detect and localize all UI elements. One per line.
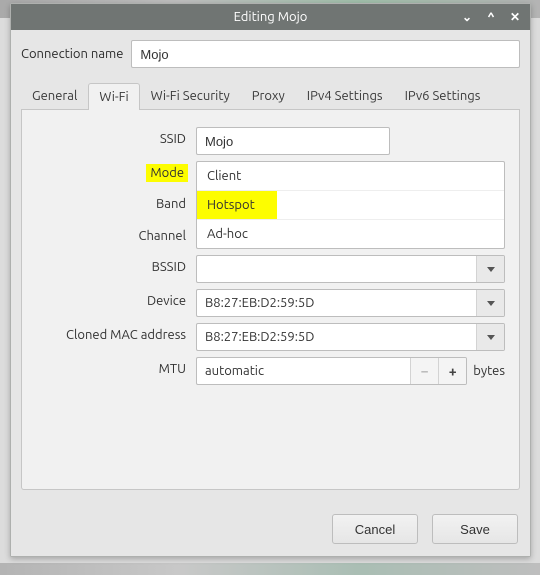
background-noise-bottom xyxy=(0,563,540,575)
tab-wifi[interactable]: Wi-Fi xyxy=(88,83,139,110)
ssid-label: SSID xyxy=(36,124,186,152)
mtu-increment-button[interactable]: + xyxy=(438,358,466,384)
cloned-mac-control: B8:27:EB:D2:59:5D xyxy=(196,320,505,354)
connection-name-input[interactable] xyxy=(131,40,520,68)
device-value: B8:27:EB:D2:59:5D xyxy=(205,296,314,310)
mode-label: Mode xyxy=(148,166,186,180)
mode-label-cell: Mode xyxy=(36,158,186,186)
mtu-decrement-button[interactable]: − xyxy=(410,358,438,384)
device-select[interactable]: B8:27:EB:D2:59:5D xyxy=(196,289,505,317)
window-title: Editing Mojo xyxy=(234,10,308,24)
tab-ipv6-settings[interactable]: IPv6 Settings xyxy=(394,82,492,109)
device-label: Device xyxy=(36,286,186,314)
cancel-button[interactable]: Cancel xyxy=(332,514,418,544)
titlebar: Editing Mojo ⌄ ^ ✕ xyxy=(11,4,530,30)
minimize-button[interactable]: ⌄ xyxy=(458,8,476,26)
window-controls: ⌄ ^ ✕ xyxy=(458,4,524,30)
mtu-spinner[interactable]: automatic − + xyxy=(196,357,467,385)
cloned-mac-dropdown-arrow[interactable] xyxy=(476,324,504,350)
tab-general[interactable]: General xyxy=(21,82,88,109)
dialog-body: Connection name General Wi-Fi Wi-Fi Secu… xyxy=(11,30,530,504)
mode-option-client[interactable]: Client xyxy=(197,162,504,190)
channel-label: Channel xyxy=(36,221,186,249)
bssid-label: BSSID xyxy=(36,252,186,280)
save-button[interactable]: Save xyxy=(432,514,518,544)
band-label: Band xyxy=(36,189,186,217)
wifi-form: SSID Mode Client Hotspot Ad-hoc Band Cha… xyxy=(36,124,505,388)
bssid-select[interactable] xyxy=(196,255,505,283)
tab-proxy[interactable]: Proxy xyxy=(241,82,296,109)
cloned-mac-label: Cloned MAC address xyxy=(36,320,186,348)
tab-wifi-security[interactable]: Wi-Fi Security xyxy=(140,82,241,109)
mode-control: Client Hotspot Ad-hoc xyxy=(196,158,505,252)
bssid-control xyxy=(196,252,505,286)
close-button[interactable]: ✕ xyxy=(506,8,524,26)
dialog-button-row: Cancel Save xyxy=(11,504,530,556)
ssid-control xyxy=(196,124,505,158)
cloned-mac-value: B8:27:EB:D2:59:5D xyxy=(205,330,314,344)
mode-option-hotspot[interactable]: Hotspot xyxy=(197,190,504,219)
mtu-label: MTU xyxy=(36,354,186,382)
chevron-down-icon xyxy=(487,267,495,272)
maximize-button[interactable]: ^ xyxy=(482,8,500,26)
editing-connection-dialog: Editing Mojo ⌄ ^ ✕ Connection name Gener… xyxy=(10,3,531,557)
mode-option-adhoc[interactable]: Ad-hoc xyxy=(197,219,504,248)
ssid-input[interactable] xyxy=(196,127,390,155)
bssid-dropdown-arrow[interactable] xyxy=(476,256,504,282)
cloned-mac-select[interactable]: B8:27:EB:D2:59:5D xyxy=(196,323,505,351)
mtu-unit-label: bytes xyxy=(473,364,505,378)
chevron-down-icon xyxy=(487,335,495,340)
connection-name-label: Connection name xyxy=(21,47,123,61)
tab-ipv4-settings[interactable]: IPv4 Settings xyxy=(296,82,394,109)
connection-name-row: Connection name xyxy=(21,40,520,68)
device-dropdown-arrow[interactable] xyxy=(476,290,504,316)
chevron-down-icon xyxy=(487,301,495,306)
mtu-control: automatic − + bytes xyxy=(196,354,505,388)
tab-content-wifi: SSID Mode Client Hotspot Ad-hoc Band Cha… xyxy=(21,110,520,490)
mtu-value: automatic xyxy=(197,358,410,384)
mode-dropdown-open[interactable]: Client Hotspot Ad-hoc xyxy=(196,161,505,249)
tab-strip: General Wi-Fi Wi-Fi Security Proxy IPv4 … xyxy=(21,82,520,110)
device-control: B8:27:EB:D2:59:5D xyxy=(196,286,505,320)
